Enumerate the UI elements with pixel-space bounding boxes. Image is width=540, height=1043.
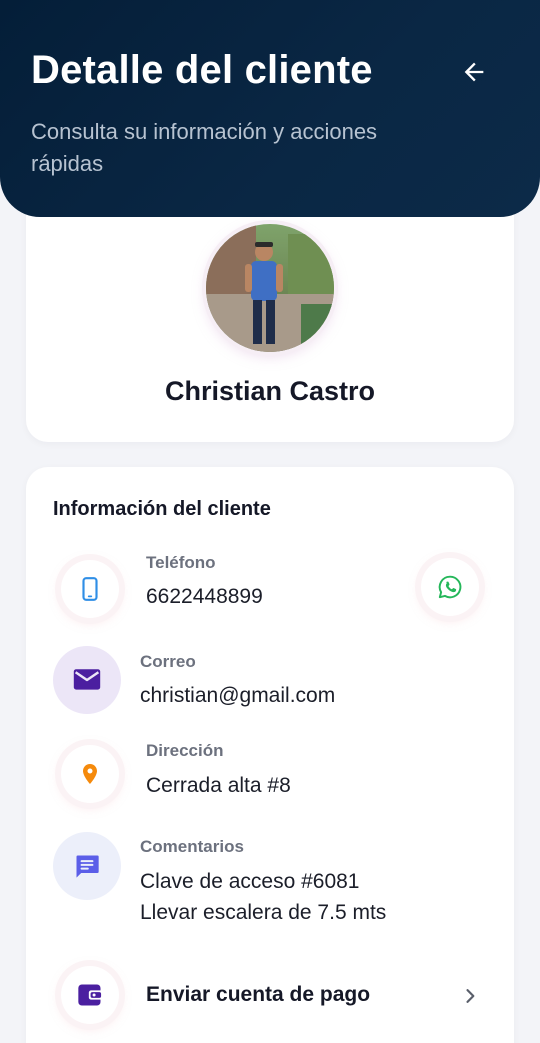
avatar — [206, 224, 334, 352]
phone-value[interactable]: 6622448899 — [146, 581, 263, 613]
email-value[interactable]: christian@gmail.com — [140, 680, 335, 712]
chevron-right-icon[interactable] — [458, 984, 482, 1008]
location-icon-circle — [61, 745, 119, 803]
arrow-left-icon — [464, 62, 484, 82]
send-payment-icon-circle[interactable] — [61, 966, 119, 1024]
phone-icon-circle — [61, 560, 119, 618]
comments-line-2: Llevar escalera de 7.5 mts — [140, 901, 387, 924]
whatsapp-icon — [438, 575, 462, 599]
send-payment-button[interactable]: Enviar cuenta de pago — [146, 983, 370, 1007]
chat-icon-circle — [53, 832, 121, 900]
customer-name: Christian Castro — [164, 376, 376, 406]
address-label: Dirección — [146, 741, 224, 760]
app-header: Detalle del cliente Consulta su informac… — [0, 0, 540, 217]
chat-icon — [76, 855, 99, 878]
phone-icon — [82, 577, 98, 601]
comments-line-1: Clave de acceso #6081 — [140, 870, 360, 893]
address-value[interactable]: Cerrada alta #8 — [146, 770, 291, 802]
whatsapp-button[interactable] — [421, 558, 479, 616]
comments-label: Comentarios — [140, 837, 244, 856]
location-pin-icon — [83, 764, 97, 784]
mail-icon — [73, 669, 101, 690]
page-title: Detalle del cliente — [31, 48, 373, 92]
back-button[interactable] — [452, 50, 496, 94]
wallet-icon — [78, 984, 103, 1006]
section-title: Información del cliente — [53, 498, 271, 520]
mail-icon-circle — [53, 646, 121, 714]
phone-label: Teléfono — [146, 553, 216, 572]
email-label: Correo — [140, 652, 196, 671]
page-subtitle: Consulta su información y acciones rápid… — [31, 119, 378, 176]
